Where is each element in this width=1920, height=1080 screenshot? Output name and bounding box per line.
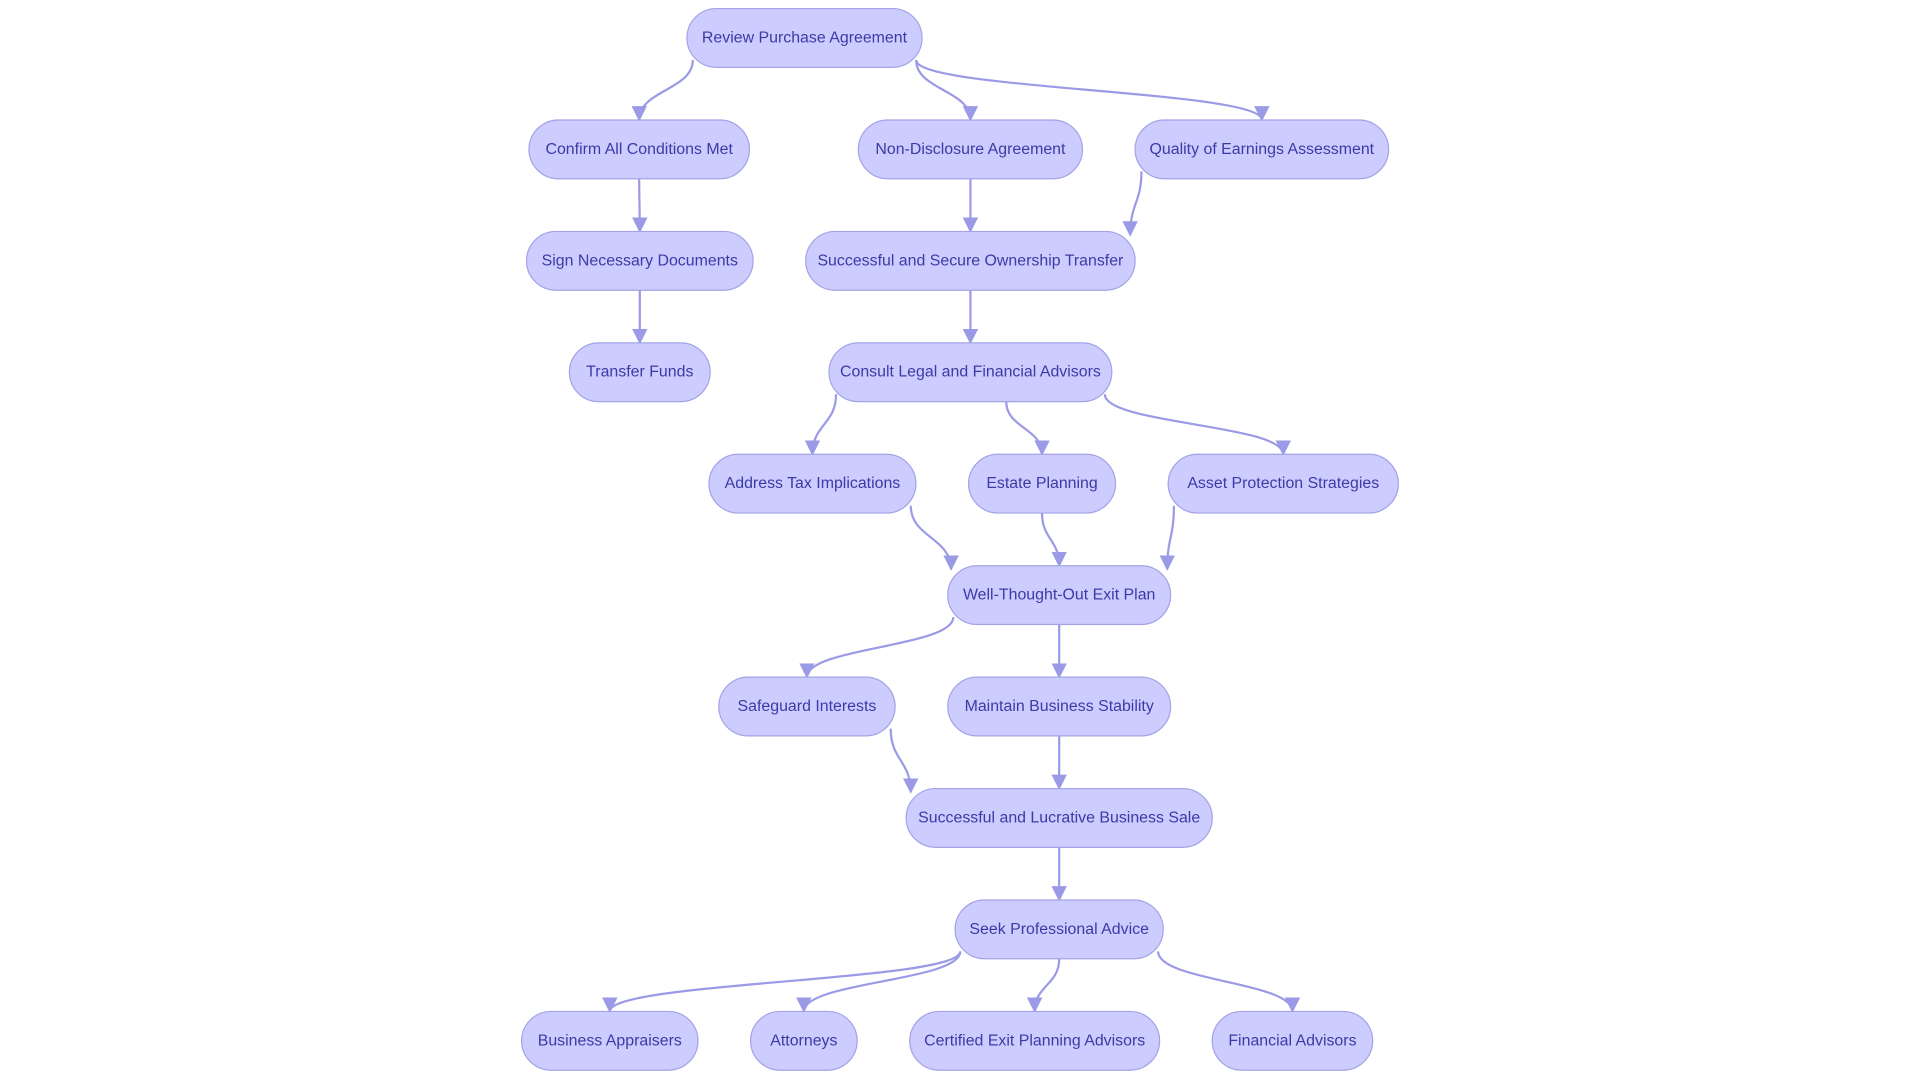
edge-n2-n5 xyxy=(632,178,648,233)
edge-n8-n10 xyxy=(1005,401,1050,456)
node-label: Financial Advisors xyxy=(1228,1032,1356,1049)
edge-n8-n9 xyxy=(804,394,838,456)
edge-n13-n15 xyxy=(889,728,919,794)
node-label: Safeguard Interests xyxy=(738,698,877,715)
node-label: Address Tax Implications xyxy=(725,475,901,492)
edge-n16-n20 xyxy=(1156,951,1301,1013)
node-label: Successful and Secure Ownership Transfer xyxy=(817,252,1124,269)
node-n20: Financial Advisors xyxy=(1211,1010,1374,1071)
node-n8: Consult Legal and Financial Advisors xyxy=(828,342,1113,403)
edge-n9-n12 xyxy=(909,505,959,571)
node-label: Transfer Funds xyxy=(586,364,693,381)
node-n16: Seek Professional Advice xyxy=(954,899,1164,960)
node-label: Consult Legal and Financial Advisors xyxy=(840,364,1101,381)
node-label: Business Appraisers xyxy=(538,1032,682,1049)
node-n6: Successful and Secure Ownership Transfer xyxy=(805,230,1136,291)
node-n12: Well-Thought-Out Exit Plan xyxy=(947,565,1172,626)
node-n9: Address Tax Implications xyxy=(708,453,917,514)
node-label: Well-Thought-Out Exit Plan xyxy=(963,587,1155,604)
node-label: Sign Necessary Documents xyxy=(542,252,738,269)
node-label: Maintain Business Stability xyxy=(965,698,1154,715)
edge-n8-n11 xyxy=(1103,393,1291,456)
node-label: Asset Protection Strategies xyxy=(1187,475,1379,492)
node-n2: Confirm All Conditions Met xyxy=(528,119,750,180)
node-n15: Successful and Lucrative Business Sale xyxy=(905,787,1213,848)
node-label: Seek Professional Advice xyxy=(969,921,1149,938)
node-n3: Non-Disclosure Agreement xyxy=(857,119,1084,180)
edge-n16-n18 xyxy=(796,951,962,1013)
node-n17: Business Appraisers xyxy=(521,1010,699,1071)
edge-n1-n3 xyxy=(915,59,979,122)
edge-n16-n19 xyxy=(1026,958,1061,1013)
edge-n16-n17 xyxy=(602,950,962,1013)
edge-n12-n13 xyxy=(799,616,955,679)
node-n5: Sign Necessary Documents xyxy=(525,230,754,291)
node-n4: Quality of Earnings Assessment xyxy=(1134,119,1390,180)
node-label: Successful and Lucrative Business Sale xyxy=(918,809,1200,826)
node-label: Certified Exit Planning Advisors xyxy=(924,1032,1145,1049)
node-n10: Estate Planning xyxy=(967,453,1117,514)
node-label: Quality of Earnings Assessment xyxy=(1150,141,1375,158)
edge-n10-n12 xyxy=(1040,513,1067,568)
flowchart-diagram: Review Purchase Agreement Confirm All Con… xyxy=(521,7,1399,1071)
edge-n1-n2 xyxy=(631,59,694,122)
node-n18: Attorneys xyxy=(750,1010,858,1071)
node-n19: Certified Exit Planning Advisors xyxy=(909,1010,1161,1071)
node-n14: Maintain Business Stability xyxy=(947,676,1172,737)
node-label: Estate Planning xyxy=(986,475,1097,492)
node-label: Attorneys xyxy=(770,1032,837,1049)
node-n7: Transfer Funds xyxy=(568,342,711,403)
node-n11: Asset Protection Strategies xyxy=(1167,453,1399,514)
node-n13: Safeguard Interests xyxy=(718,676,896,737)
edge-n4-n6 xyxy=(1122,171,1143,237)
edge-n11-n12 xyxy=(1159,505,1176,571)
node-n1: Review Purchase Agreement xyxy=(686,7,923,68)
node-label: Confirm All Conditions Met xyxy=(545,141,733,158)
node-label: Review Purchase Agreement xyxy=(702,29,908,46)
node-label: Non-Disclosure Agreement xyxy=(875,141,1066,158)
